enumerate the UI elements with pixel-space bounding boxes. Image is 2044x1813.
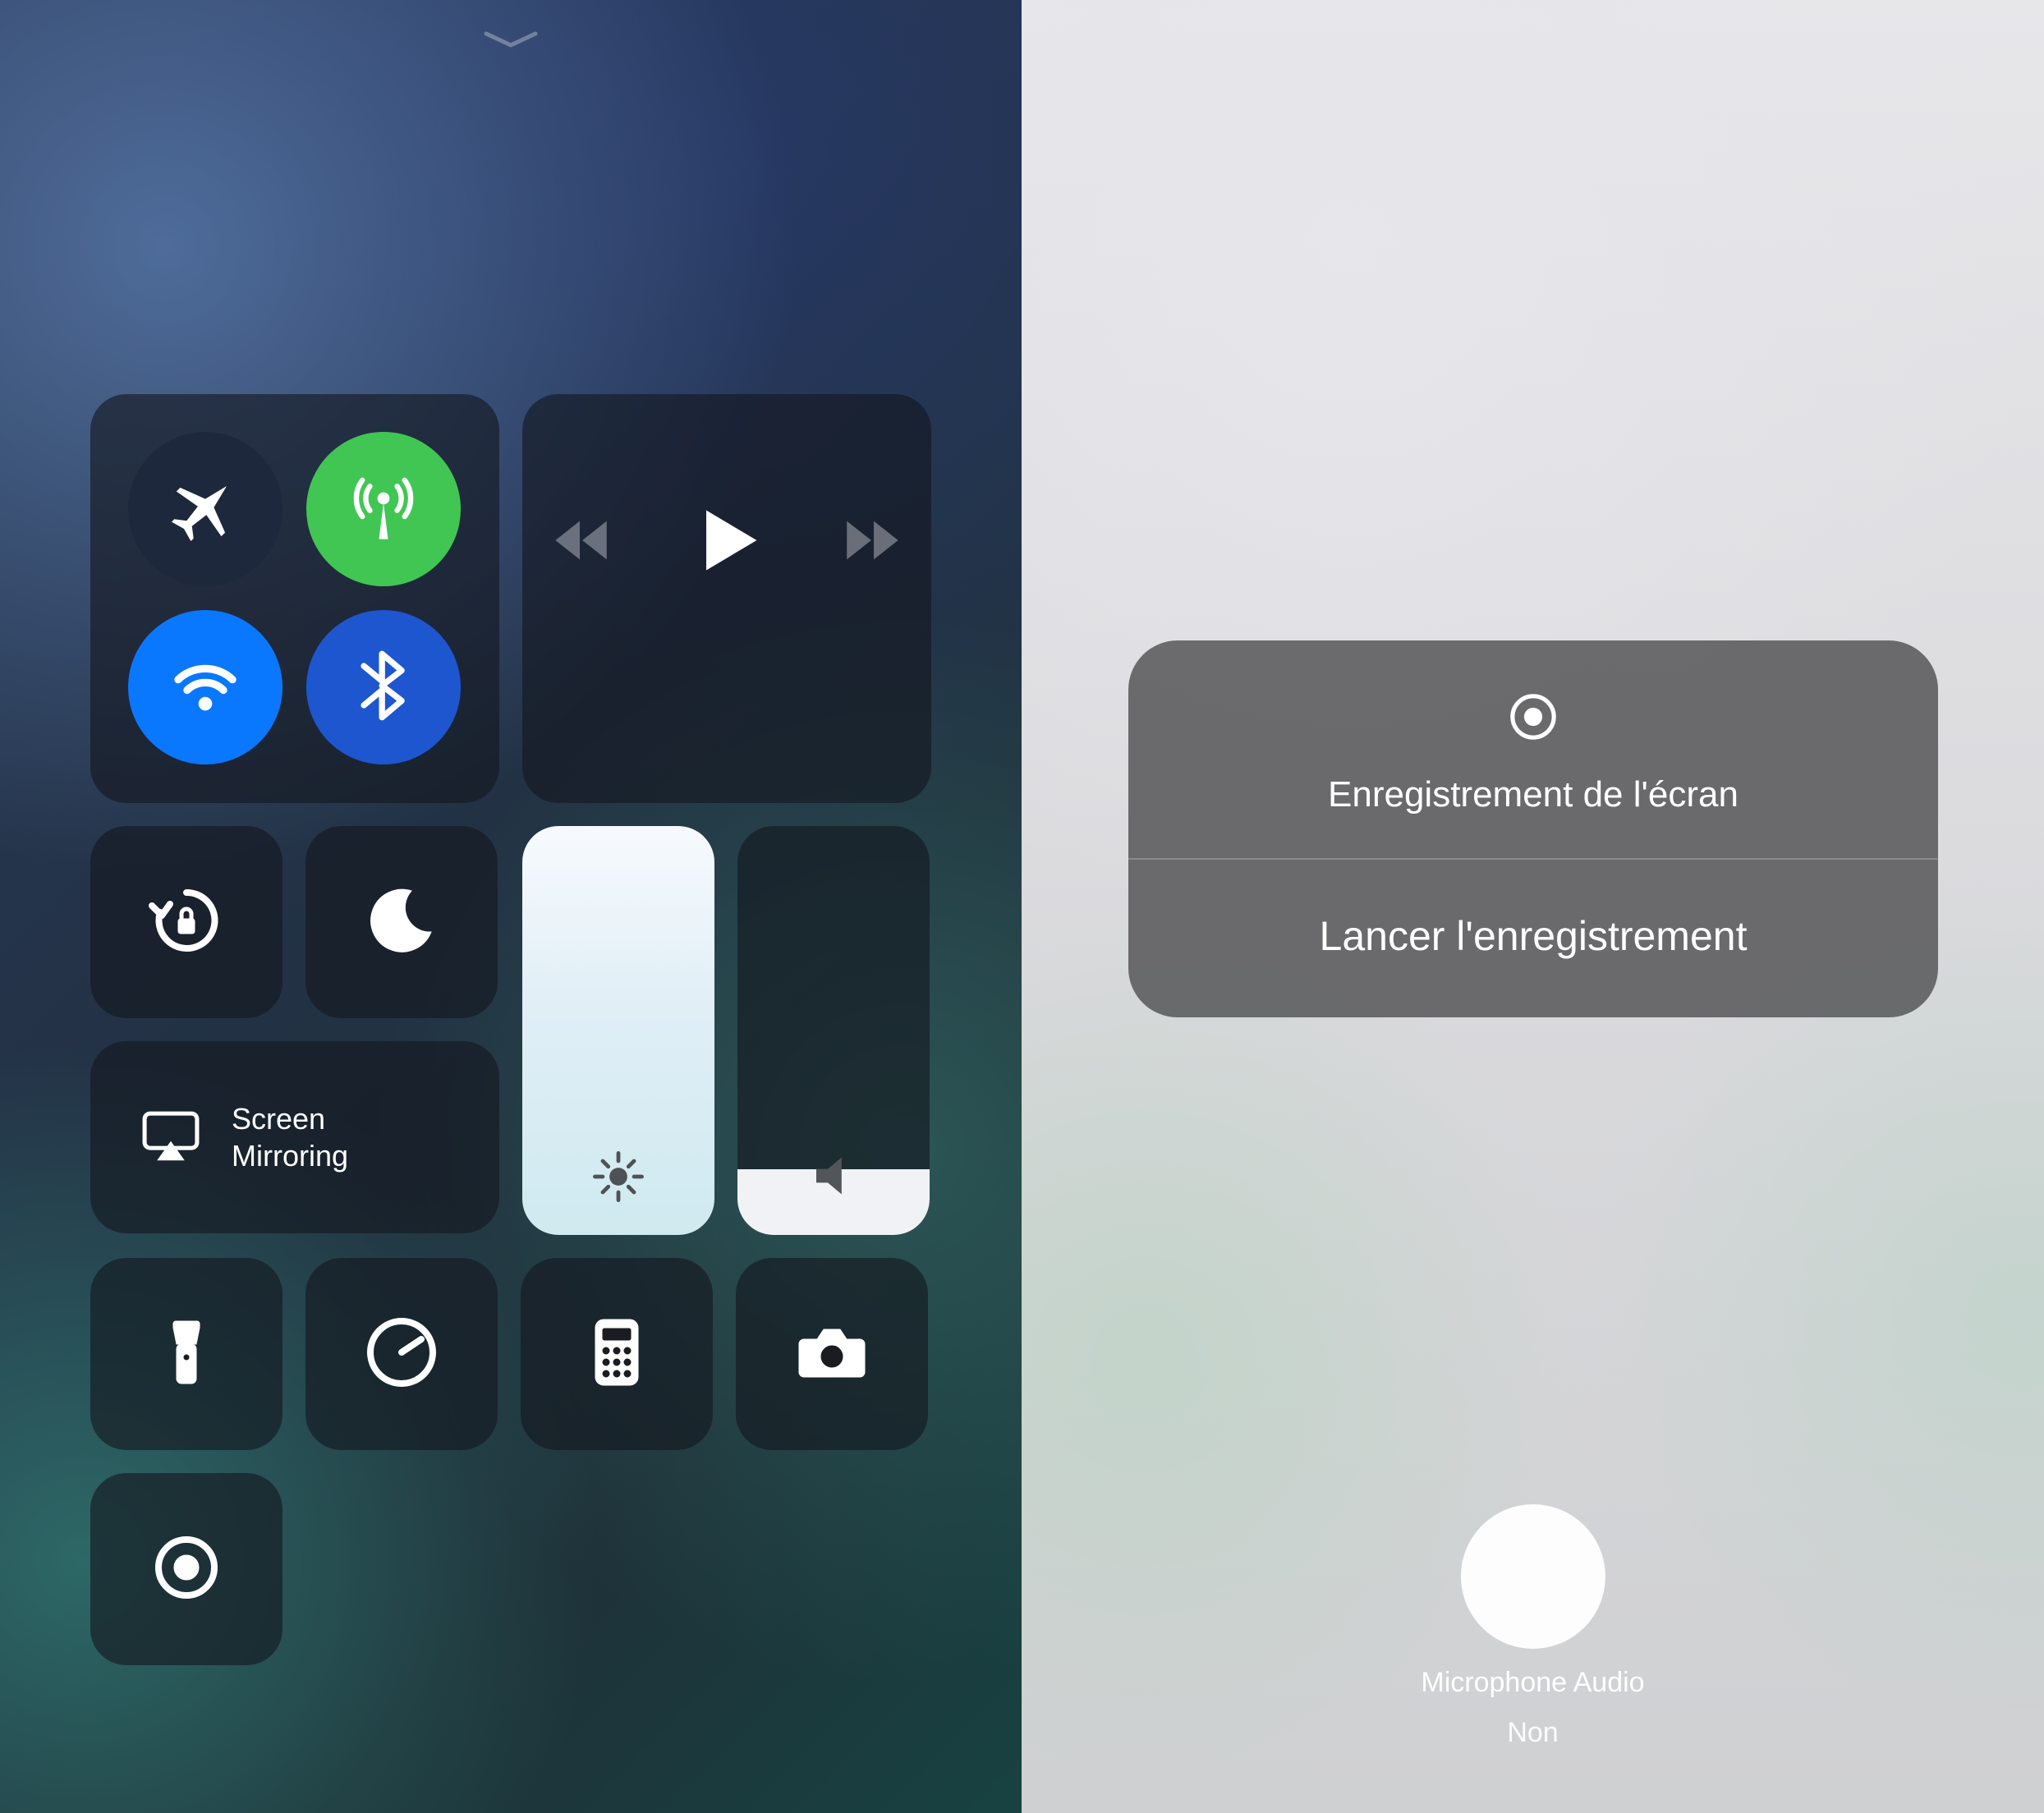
- screen-recording-detail-pane: Enregistrement de l'écran Lancer l'enreg…: [1022, 0, 2044, 1813]
- connectivity-module[interactable]: [90, 394, 499, 803]
- wifi-icon: [168, 648, 243, 727]
- airplay-icon: [136, 1101, 205, 1174]
- bluetooth-toggle[interactable]: [306, 610, 461, 764]
- record-icon: [145, 1526, 227, 1613]
- cellular-data-toggle[interactable]: [306, 432, 461, 586]
- calculator-button[interactable]: [521, 1258, 713, 1450]
- flashlight-button[interactable]: [90, 1258, 282, 1450]
- microphone-icon: [1461, 1504, 1605, 1649]
- orientation-lock-toggle[interactable]: [90, 826, 282, 1018]
- speaker-icon: [805, 1147, 862, 1209]
- screen-recording-popup: Enregistrement de l'écran Lancer l'enreg…: [1128, 640, 1938, 1017]
- do-not-disturb-toggle[interactable]: [305, 826, 498, 1018]
- media-controls-module[interactable]: [522, 394, 931, 803]
- screen-record-button[interactable]: [90, 1473, 282, 1665]
- control-center-pane: Screen Mirroring: [0, 0, 1022, 1813]
- bluetooth-icon: [346, 648, 421, 727]
- calculator-icon: [576, 1311, 658, 1398]
- wifi-toggle[interactable]: [128, 610, 282, 764]
- sun-icon: [590, 1149, 646, 1209]
- screen-mirroring-label: Screen Mirroring: [232, 1100, 348, 1174]
- play-icon[interactable]: [687, 501, 766, 584]
- antenna-icon: [346, 470, 421, 549]
- popup-title: Enregistrement de l'écran: [1328, 774, 1739, 815]
- fast-forward-icon[interactable]: [842, 508, 906, 576]
- rewind-icon[interactable]: [548, 508, 612, 576]
- microphone-toggle[interactable]: Microphone Audio Non: [1421, 1504, 1644, 1749]
- airplane-icon: [168, 470, 243, 549]
- start-recording-button[interactable]: Lancer l'enregistrement: [1128, 860, 1938, 1017]
- camera-button[interactable]: [736, 1258, 928, 1450]
- microphone-status: Non: [1507, 1717, 1558, 1749]
- timer-icon: [361, 1311, 443, 1398]
- control-center-grid: Screen Mirroring: [90, 394, 931, 1688]
- popup-header: Enregistrement de l'écran: [1128, 640, 1938, 858]
- flashlight-icon: [145, 1311, 227, 1398]
- volume-slider[interactable]: [737, 826, 930, 1235]
- screen-mirroring-button[interactable]: Screen Mirroring: [90, 1041, 499, 1233]
- orientation-lock-icon: [145, 879, 227, 966]
- moon-icon: [361, 879, 443, 966]
- record-icon: [1503, 686, 1564, 751]
- airplane-mode-toggle[interactable]: [128, 432, 282, 586]
- timer-button[interactable]: [305, 1258, 498, 1450]
- camera-icon: [791, 1311, 873, 1398]
- brightness-slider[interactable]: [522, 826, 714, 1235]
- dismiss-chevron-icon[interactable]: [478, 23, 544, 56]
- microphone-label: Microphone Audio: [1421, 1667, 1644, 1699]
